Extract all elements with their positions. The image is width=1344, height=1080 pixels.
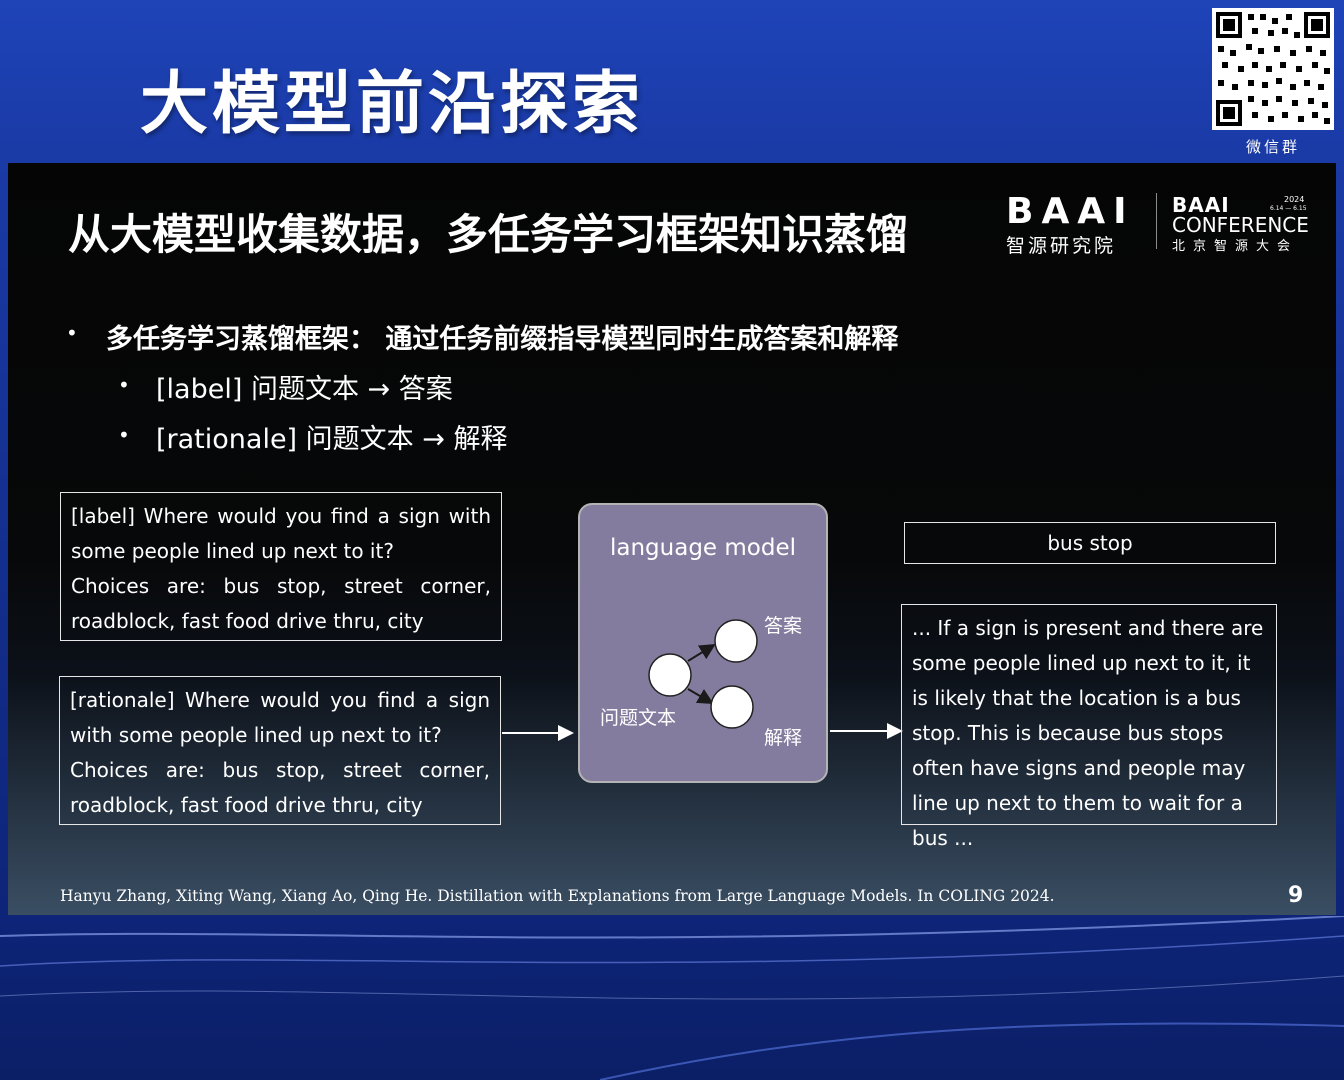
qr-code bbox=[1212, 8, 1334, 130]
node-label-answer: 答案 bbox=[764, 615, 803, 637]
citation-footnote: Hanyu Zhang, Xiting Wang, Xiang Ao, Qing… bbox=[60, 887, 1055, 905]
question-node bbox=[648, 653, 692, 697]
language-model-box: language model 问题文本 答案 解释 bbox=[578, 503, 828, 783]
qr-caption: 微信群 bbox=[1245, 138, 1300, 156]
slide: 从大模型收集数据，多任务学习框架知识蒸馏 BAAI 智源研究院 BAAI 202… bbox=[8, 163, 1336, 915]
page-number: 9 bbox=[1288, 883, 1304, 908]
node-label-rationale: 解释 bbox=[764, 727, 803, 749]
stage-decor-lines bbox=[0, 916, 1344, 1080]
node-label-question: 问题文本 bbox=[600, 707, 677, 729]
output-answer-box: bus stop bbox=[904, 522, 1276, 564]
stage-title: 大模型前沿探索 bbox=[140, 65, 645, 144]
output-rationale-box: ... If a sign is present and there are s… bbox=[901, 604, 1277, 850]
rationale-node bbox=[710, 685, 754, 729]
answer-node bbox=[714, 619, 758, 663]
